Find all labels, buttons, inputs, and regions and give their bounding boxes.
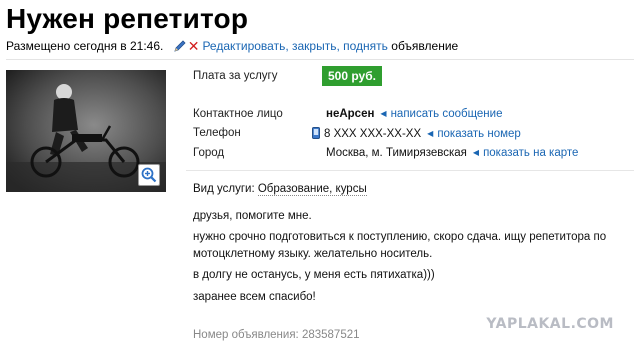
- pencil-icon[interactable]: [173, 39, 187, 53]
- zoom-button[interactable]: [138, 164, 160, 186]
- posted-meta: Размещено сегодня в 21:46. ✕ Редактироват…: [6, 38, 458, 55]
- edit-suffix: объявление: [391, 39, 459, 53]
- triangle-left-icon: ◀: [427, 129, 434, 138]
- listing-photo[interactable]: [6, 70, 166, 192]
- city-value: Москва, м. Тимирязевская: [326, 147, 467, 159]
- description-line: нужно срочно подготовиться к поступлению…: [193, 231, 607, 260]
- phone-row: 8 XXX XXX-XX-XX ◀ показать номер: [312, 127, 521, 140]
- ad-number: Номер объявления: 283587521: [193, 329, 360, 341]
- details-divider: [186, 170, 634, 171]
- service-category[interactable]: Образование, курсы: [257, 183, 367, 196]
- triangle-left-icon: ◀: [380, 109, 387, 118]
- description-line: в долгу не останусь, у меня есть пятихат…: [193, 269, 435, 281]
- city-row: Москва, м. Тимирязевская ◀ показать на кар…: [326, 147, 578, 159]
- show-number-link[interactable]: показать номер: [437, 128, 521, 140]
- phone-label: Телефон: [193, 127, 241, 139]
- service-label: Вид услуги:: [193, 183, 255, 195]
- description-line: заранее всем спасибо!: [193, 291, 316, 303]
- write-message-link[interactable]: написать сообщение: [391, 108, 503, 120]
- phone-number: 8 XXX XXX-XX-XX: [324, 128, 422, 140]
- contact-row: неАрсен ◀ написать сообщение: [326, 108, 502, 120]
- watermark: YAPLAKAL.COM: [486, 316, 614, 332]
- close-icon[interactable]: ✕: [188, 38, 200, 54]
- triangle-left-icon: ◀: [472, 148, 480, 157]
- price-badge: 500 руб.: [322, 66, 382, 86]
- city-label: Город: [193, 147, 225, 159]
- header-divider: [6, 59, 634, 60]
- service-type: Вид услуги: Образование, курсы: [193, 183, 367, 196]
- show-on-map-link[interactable]: показать на карте: [483, 147, 578, 159]
- edit-ad-link[interactable]: Редактировать, закрыть, поднять: [202, 39, 387, 53]
- page-title: Нужен репетитор: [6, 3, 249, 34]
- price-label: Плата за услугу: [193, 70, 278, 82]
- contact-label: Контактное лицо: [193, 108, 283, 120]
- contact-name: неАрсен: [326, 108, 375, 120]
- phone-icon: [312, 127, 320, 139]
- description-line: друзья, помогите мне.: [193, 210, 312, 222]
- magnifier-plus-icon: [141, 167, 157, 183]
- posted-time: Размещено сегодня в 21:46.: [6, 39, 164, 53]
